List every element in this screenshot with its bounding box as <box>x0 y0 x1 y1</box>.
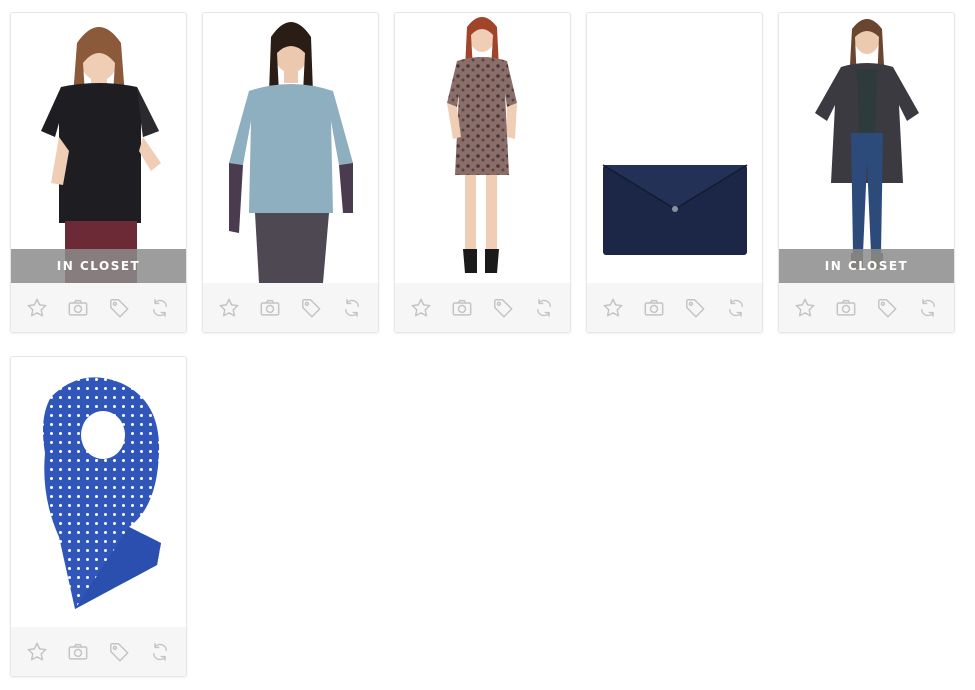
photo-button[interactable] <box>257 295 283 321</box>
refresh-icon <box>152 642 167 661</box>
tag-button[interactable] <box>298 295 324 321</box>
photo-button[interactable] <box>65 295 91 321</box>
camera-icon <box>644 299 664 316</box>
photo-button[interactable] <box>65 639 91 665</box>
product-card[interactable] <box>10 356 187 677</box>
camera-icon <box>260 299 280 316</box>
tag-icon <box>109 642 129 661</box>
tag-button[interactable] <box>106 295 132 321</box>
swap-button[interactable] <box>339 295 365 321</box>
card-action-bar <box>779 283 954 332</box>
star-icon <box>27 298 47 317</box>
navy-envelope-clutch-photo <box>602 164 748 255</box>
in-closet-badge: IN CLOSET <box>11 249 186 283</box>
tag-button[interactable] <box>490 295 516 321</box>
tag-icon <box>109 298 129 317</box>
product-photo[interactable]: IN CLOSET <box>779 13 954 283</box>
star-icon <box>219 298 239 317</box>
star-icon <box>603 298 623 317</box>
favorite-button[interactable] <box>24 295 50 321</box>
refresh-icon <box>536 298 551 317</box>
product-photo[interactable] <box>395 13 570 283</box>
card-action-bar <box>11 283 186 332</box>
favorite-button[interactable] <box>792 295 818 321</box>
swap-button[interactable] <box>723 295 749 321</box>
camera-icon <box>836 299 856 316</box>
card-action-bar <box>395 283 570 332</box>
photo-button[interactable] <box>833 295 859 321</box>
card-action-bar <box>587 283 762 332</box>
tag-button[interactable] <box>874 295 900 321</box>
refresh-icon <box>152 298 167 317</box>
tag-icon <box>877 298 897 317</box>
refresh-icon <box>920 298 935 317</box>
tag-button[interactable] <box>106 639 132 665</box>
photo-button[interactable] <box>641 295 667 321</box>
product-photo[interactable] <box>203 13 378 283</box>
card-action-bar <box>11 627 186 676</box>
product-card[interactable]: IN CLOSET <box>10 12 187 333</box>
swap-button[interactable] <box>531 295 557 321</box>
product-photo[interactable] <box>11 357 186 627</box>
swap-button[interactable] <box>147 295 173 321</box>
tag-button[interactable] <box>682 295 708 321</box>
black-tee-model-photo <box>41 27 161 283</box>
in-closet-badge: IN CLOSET <box>779 249 954 283</box>
leopard-dress-model-photo <box>447 17 517 273</box>
refresh-icon <box>344 298 359 317</box>
star-icon <box>27 642 47 661</box>
product-card[interactable] <box>586 12 763 333</box>
refresh-icon <box>728 298 743 317</box>
product-photo[interactable] <box>587 13 762 283</box>
product-photo[interactable]: IN CLOSET <box>11 13 186 283</box>
product-card[interactable]: IN CLOSET <box>778 12 955 333</box>
star-icon <box>411 298 431 317</box>
tag-icon <box>493 298 513 317</box>
favorite-button[interactable] <box>408 295 434 321</box>
camera-icon <box>452 299 472 316</box>
card-action-bar <box>203 283 378 332</box>
product-card[interactable] <box>394 12 571 333</box>
blue-dolman-top-model-photo <box>229 22 353 283</box>
gray-coat-model-photo <box>815 19 919 269</box>
star-icon <box>795 298 815 317</box>
camera-icon <box>68 299 88 316</box>
favorite-button[interactable] <box>24 639 50 665</box>
blue-polka-dot-scarf-photo <box>43 377 161 609</box>
tag-icon <box>301 298 321 317</box>
favorite-button[interactable] <box>600 295 626 321</box>
swap-button[interactable] <box>147 639 173 665</box>
product-card[interactable] <box>202 12 379 333</box>
camera-icon <box>68 643 88 660</box>
photo-button[interactable] <box>449 295 475 321</box>
tag-icon <box>685 298 705 317</box>
swap-button[interactable] <box>915 295 941 321</box>
favorite-button[interactable] <box>216 295 242 321</box>
